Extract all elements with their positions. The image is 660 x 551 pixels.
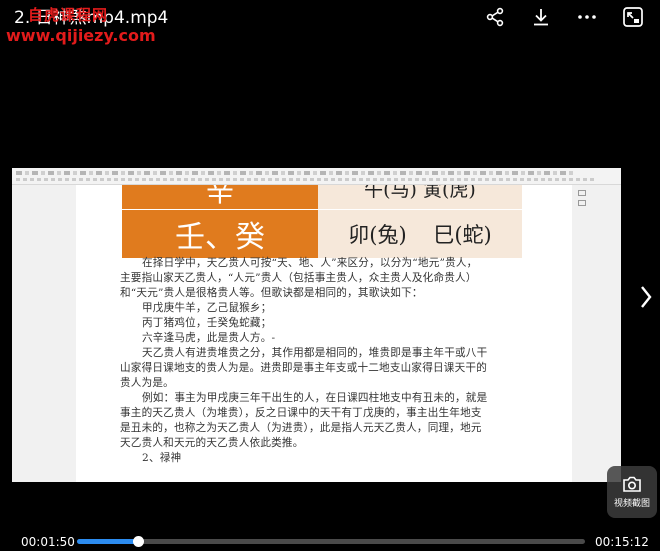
download-icon[interactable] <box>528 4 554 30</box>
current-time: 00:01:50 <box>21 535 75 549</box>
video-frame[interactable]: 辛 午(马) 寅(虎) 壬、癸 卯(兔) 巳(蛇) 在择日学中，天乙贵人可按“天… <box>12 168 621 482</box>
progress-bar[interactable] <box>77 536 585 547</box>
table-cell: 午(马) 寅(虎) <box>318 185 522 209</box>
document-line: 例如：事主为甲戌庚三年干出生的人，在日课四柱地支中有丑未的，就是 <box>142 392 488 404</box>
camera-icon <box>623 476 641 492</box>
document-line: 事主的天乙贵人（为堆贵），反之日课中的天干有丁戊庚的，事主出生年地支 <box>120 407 482 419</box>
table-cell: 辛 <box>122 185 318 209</box>
document-toolbar <box>12 168 621 185</box>
screenshot-label: 视频截图 <box>613 498 650 509</box>
document-line: 甲戊庚牛羊，乙己鼠猴乡； <box>142 302 272 314</box>
progress-fill <box>77 539 139 544</box>
total-time: 00:15:12 <box>595 535 649 549</box>
share-icon[interactable] <box>482 4 508 30</box>
table-cell: 壬、癸 <box>122 210 318 258</box>
document-page: 辛 午(马) 寅(虎) 壬、癸 卯(兔) 巳(蛇) 在择日学中，天乙贵人可按“天… <box>76 185 572 482</box>
more-icon[interactable] <box>574 4 600 30</box>
table-cell: 卯(兔) 巳(蛇) <box>318 210 522 258</box>
document-line: 贵人为是。 <box>120 377 174 389</box>
table-row: 壬、癸 卯(兔) 巳(蛇) <box>122 209 522 258</box>
document-line: 山家得日课地支的贵人为是。进贵即是事主年支或十二地支山家得日课天干的 <box>120 362 487 374</box>
document-line: 天乙贵人有进贵堆贵之分，其作用都是相同的，堆贵即是事主年干或八干 <box>142 347 488 359</box>
document-line: 主要指山家天乙贵人，“人元”贵人（包括事主贵人，众主贵人及化命贵人） <box>120 272 477 284</box>
document-line: 丙丁猪鸡位，壬癸兔蛇藏； <box>142 317 272 329</box>
watermark-url: www.qijiezy.com <box>6 26 156 45</box>
table-row: 辛 午(马) 寅(虎) <box>122 185 522 209</box>
document-line: 和“天元”贵人是很格贵人等。但歌诀都是相同的，其歌诀如下： <box>120 287 423 299</box>
chevron-right-icon[interactable] <box>639 284 653 317</box>
picture-in-picture-icon[interactable] <box>620 4 646 30</box>
document-line: 在择日学中，天乙贵人可按“天、地、人”来区分，以分为“地元”贵人， <box>142 257 478 269</box>
document-line: 六辛逢马虎，此是贵人方。- <box>142 332 276 344</box>
document-line: 是丑未的，也称之为天乙贵人（为进贵），此是指人元天乙贵人，同理，地元 <box>120 422 482 434</box>
progress-handle[interactable] <box>133 536 145 547</box>
document-line: 2、禄神 <box>142 452 182 464</box>
screenshot-button[interactable]: 视频截图 <box>607 466 657 518</box>
video-player[interactable]: 2. 日神煞mp4.mp4 自虎课程网 www.qijiezy.com 辛 午(… <box>0 0 660 551</box>
watermark-name: 自虎课程网 <box>28 6 109 24</box>
document-line: 天乙贵人和天元的天乙贵人依此类推。 <box>120 437 304 449</box>
document-side-buttons <box>578 190 586 206</box>
top-toolbar <box>482 4 646 30</box>
